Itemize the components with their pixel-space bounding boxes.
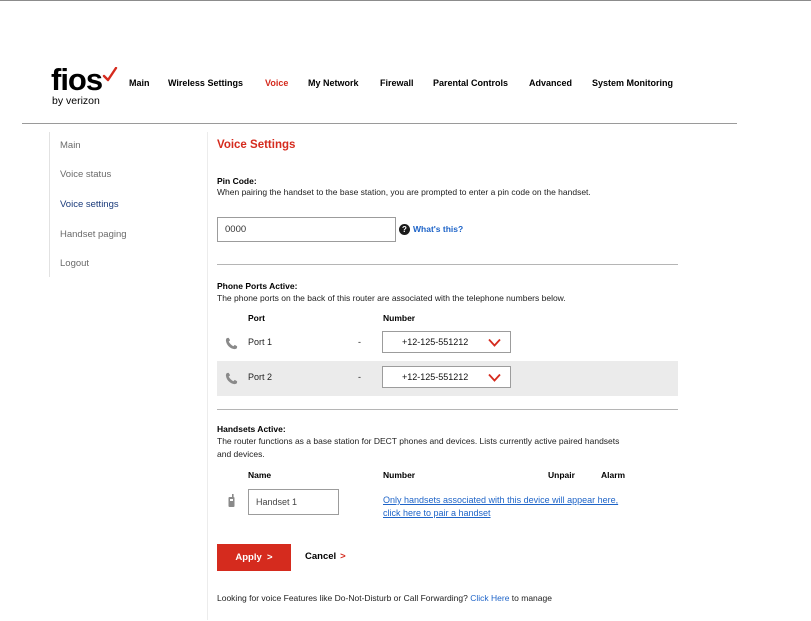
port-number-value: +12-125-551212 <box>402 372 469 382</box>
phone-ports-label: Phone Ports Active: <box>217 281 298 291</box>
phone-icon <box>225 372 238 385</box>
checkmark-icon <box>102 67 118 82</box>
nav-system-monitoring[interactable]: System Monitoring <box>592 78 673 88</box>
logo-tagline: by verizon <box>52 95 100 107</box>
cancel-arrow-icon: > <box>340 551 346 562</box>
handsets-description-line1: The router functions as a base station f… <box>217 436 620 446</box>
apply-button[interactable]: Apply > <box>217 544 291 571</box>
nav-wireless-settings[interactable]: Wireless Settings <box>168 78 243 88</box>
fios-logo[interactable]: fios by verizon <box>51 64 121 120</box>
voice-features-note: Looking for voice Features like Do-Not-D… <box>217 593 552 603</box>
port-separator: - <box>358 337 361 347</box>
pair-handset-link[interactable]: click here to pair a handset <box>383 508 491 518</box>
nav-firewall[interactable]: Firewall <box>380 78 414 88</box>
nav-main[interactable]: Main <box>129 78 150 88</box>
section-divider <box>217 264 678 265</box>
nav-advanced[interactable]: Advanced <box>529 78 572 88</box>
question-circle-icon: ? <box>399 224 410 235</box>
voice-features-suffix: to manage <box>509 593 552 603</box>
port-number-value: +12-125-551212 <box>402 337 469 347</box>
section-divider <box>217 409 678 410</box>
pin-code-input[interactable] <box>217 217 396 242</box>
voice-features-text: Looking for voice Features like Do-Not-D… <box>217 593 471 603</box>
handset-number-column-header: Number <box>383 470 416 480</box>
sidebar-item-handset-paging[interactable]: Handset paging <box>60 229 127 240</box>
whats-this-label: What's this? <box>413 224 464 234</box>
handset-icon <box>228 494 235 507</box>
apply-arrow-icon: > <box>267 552 273 563</box>
content-divider <box>207 132 208 620</box>
pin-code-label: Pin Code: <box>217 176 257 186</box>
port-separator: - <box>358 372 361 382</box>
sidebar-border <box>49 132 50 277</box>
port-number-select[interactable]: +12-125-551212 <box>382 366 511 388</box>
phone-icon <box>225 337 238 350</box>
chevron-down-icon <box>488 373 501 382</box>
chevron-down-icon <box>488 338 501 347</box>
logo-wordmark: fios <box>51 62 103 97</box>
sidebar-item-voice-settings[interactable]: Voice settings <box>60 199 119 210</box>
port-column-header: Port <box>248 313 265 323</box>
cancel-button[interactable]: Cancel > <box>305 551 346 562</box>
header-divider <box>22 123 737 124</box>
handset-name-input[interactable] <box>248 489 339 515</box>
handsets-description-line2: and devices. <box>217 449 265 459</box>
top-border <box>0 0 811 1</box>
phone-ports-description: The phone ports on the back of this rout… <box>217 293 566 303</box>
pair-handset-info-link[interactable]: Only handsets associated with this devic… <box>383 495 618 505</box>
number-column-header: Number <box>383 313 416 323</box>
pin-code-description: When pairing the handset to the base sta… <box>217 187 591 197</box>
sidebar-item-voice-status[interactable]: Voice status <box>60 169 111 180</box>
handsets-label: Handsets Active: <box>217 424 286 434</box>
cancel-button-label: Cancel <box>305 551 337 562</box>
alarm-column-header: Alarm <box>601 470 626 480</box>
port-row: Port 2 - +12-125-551212 <box>217 361 678 396</box>
unpair-column-header: Unpair <box>548 470 575 480</box>
page-title: Voice Settings <box>217 139 296 151</box>
nav-voice[interactable]: Voice <box>265 78 288 88</box>
sidebar-item-logout[interactable]: Logout <box>60 258 89 269</box>
port-row: Port 1 - +12-125-551212 <box>217 326 678 361</box>
nav-my-network[interactable]: My Network <box>308 78 359 88</box>
port-name: Port 2 <box>248 372 273 382</box>
apply-button-label: Apply <box>235 552 262 563</box>
nav-parental-controls[interactable]: Parental Controls <box>433 78 508 88</box>
name-column-header: Name <box>248 470 272 480</box>
sidebar-item-main[interactable]: Main <box>60 140 81 151</box>
port-number-select[interactable]: +12-125-551212 <box>382 331 511 353</box>
port-name: Port 1 <box>248 337 273 347</box>
voice-features-link[interactable]: Click Here <box>470 593 509 603</box>
